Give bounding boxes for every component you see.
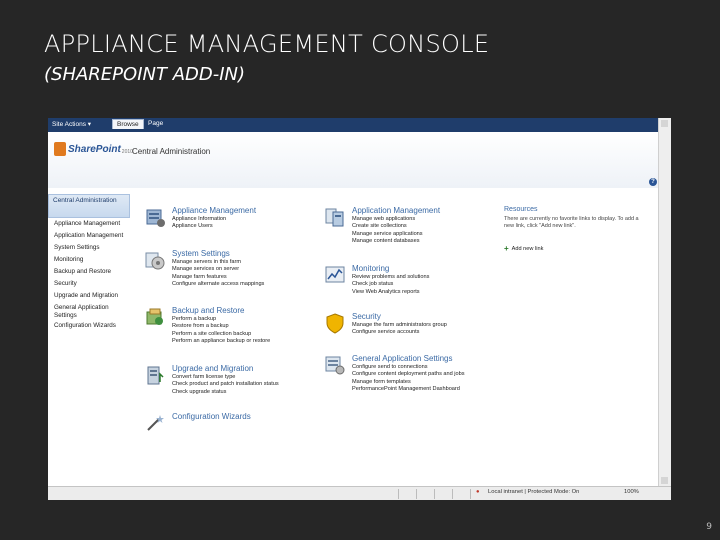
link-farm-administrators[interactable]: Manage the farm administrators group [352, 322, 447, 329]
page-number: 9 [706, 522, 712, 532]
section-title[interactable]: Backup and Restore [172, 306, 245, 315]
application-management-icon [325, 208, 344, 227]
browser-status-bar: ● Local intranet | Protected Mode: On 10… [48, 486, 671, 500]
section-title[interactable]: Security [352, 312, 381, 321]
resources-title: Resources [504, 206, 538, 213]
site-header [48, 132, 659, 188]
link-web-analytics-reports[interactable]: View Web Analytics reports [352, 289, 429, 296]
link-appliance-information[interactable]: Appliance Information [172, 216, 226, 223]
link-review-problems[interactable]: Review problems and solutions [352, 274, 429, 281]
upgrade-migration-icon [147, 366, 164, 385]
section-appliance-management: Appliance Management Appliance Informati… [144, 206, 314, 242]
sharepoint-logo: SharePoint 2010 [54, 142, 133, 156]
slide-subtitle: (SHAREPOINT ADD-IN) [44, 64, 246, 85]
section-system-settings: System Settings Manage servers in this f… [144, 249, 314, 299]
add-new-link-button[interactable]: + Add new link [504, 244, 644, 253]
system-settings-icon [145, 252, 165, 270]
link-manage-farm-features[interactable]: Manage farm features [172, 274, 264, 281]
link-create-site-collections[interactable]: Create site collections [352, 223, 423, 230]
link-manage-web-applications[interactable]: Manage web applications [352, 216, 423, 223]
add-icon: + [504, 244, 509, 253]
section-title[interactable]: Upgrade and Migration [172, 364, 253, 373]
link-check-job-status[interactable]: Check job status [352, 281, 429, 288]
section-title[interactable]: Monitoring [352, 264, 389, 273]
link-perform-backup[interactable]: Perform a backup [172, 316, 270, 323]
section-configuration-wizards: Configuration Wizards [144, 412, 314, 436]
section-title[interactable]: Configuration Wizards [172, 412, 251, 421]
nav-item-general-application-settings[interactable]: General Application Settings [48, 302, 130, 320]
nav-item-backup-and-restore[interactable]: Backup and Restore [48, 266, 130, 278]
link-check-patch-status[interactable]: Check product and patch installation sta… [172, 381, 279, 388]
resources-text: There are currently no favorite links to… [504, 216, 639, 229]
link-convert-license[interactable]: Convert farm license type [172, 374, 279, 381]
section-title[interactable]: Appliance Management [172, 206, 256, 215]
site-actions-menu[interactable]: Site Actions ▾ [52, 120, 91, 128]
section-security: Security Manage the farm administrators … [324, 312, 499, 342]
appliance-server-icon [146, 209, 165, 227]
link-send-to-connections[interactable]: Configure send to connections [352, 364, 465, 371]
link-manage-form-templates[interactable]: Manage form templates [352, 379, 465, 386]
nav-item-upgrade-and-migration[interactable]: Upgrade and Migration [48, 290, 130, 302]
zoom-level[interactable]: 100% [624, 489, 639, 495]
slide-title: APPLIANCE MANAGEMENT CONSOLE [44, 30, 490, 58]
wand-icon [147, 415, 164, 431]
site-title[interactable]: Central Administration [132, 147, 210, 156]
nav-item-application-management[interactable]: Application Management [48, 230, 130, 242]
ribbon-bar: Site Actions ▾ Browse Page [48, 118, 659, 132]
link-manage-servers[interactable]: Manage servers in this farm [172, 259, 264, 266]
left-navigation: Central Administration Appliance Managem… [48, 194, 130, 332]
section-title[interactable]: General Application Settings [352, 354, 453, 363]
link-site-collection-backup[interactable]: Perform a site collection backup [172, 331, 270, 338]
help-icon[interactable]: ? [649, 178, 657, 186]
vertical-scrollbar[interactable] [658, 118, 671, 486]
link-appliance-backup-restore[interactable]: Perform an appliance backup or restore [172, 338, 270, 345]
status-zone: Local intranet | Protected Mode: On [488, 489, 580, 495]
link-configure-service-accounts[interactable]: Configure service accounts [352, 329, 447, 336]
nav-item-appliance-management[interactable]: Appliance Management [48, 218, 130, 230]
section-title[interactable]: Application Management [352, 206, 440, 215]
monitoring-chart-icon [325, 266, 345, 283]
security-shield-icon [326, 313, 344, 334]
link-manage-services[interactable]: Manage services on server [172, 266, 264, 273]
scroll-up-icon[interactable] [661, 120, 668, 127]
nav-item-system-settings[interactable]: System Settings [48, 242, 130, 254]
link-manage-service-applications[interactable]: Manage service applications [352, 231, 423, 238]
link-manage-content-databases[interactable]: Manage content databases [352, 238, 423, 245]
section-title[interactable]: System Settings [172, 249, 230, 258]
resources-panel: Resources There are currently no favorit… [504, 206, 644, 253]
link-performancepoint-dashboard[interactable]: PerformancePoint Management Dashboard [352, 386, 465, 393]
nav-item-configuration-wizards[interactable]: Configuration Wizards [48, 320, 130, 332]
section-general-application-settings: General Application Settings Configure s… [324, 354, 499, 400]
sharepoint-screenshot: Site Actions ▾ Browse Page SharePoint 20… [48, 118, 671, 500]
section-backup-and-restore: Backup and Restore Perform a backup Rest… [144, 306, 314, 356]
general-settings-icon [325, 356, 345, 375]
nav-item-monitoring[interactable]: Monitoring [48, 254, 130, 266]
link-check-upgrade-status[interactable]: Check upgrade status [172, 389, 279, 396]
tab-page[interactable]: Page [148, 120, 163, 127]
status-security-icon: ● [476, 489, 480, 495]
section-upgrade-and-migration: Upgrade and Migration Convert farm licen… [144, 364, 314, 408]
add-new-link-label: Add new link [511, 245, 544, 252]
link-appliance-users[interactable]: Appliance Users [172, 223, 226, 230]
nav-item-security[interactable]: Security [48, 278, 130, 290]
tab-browse[interactable]: Browse [112, 119, 144, 129]
sharepoint-logo-icon [54, 142, 66, 156]
section-application-management: Application Management Manage web applic… [324, 206, 499, 250]
logo-word: SharePoint [68, 143, 121, 155]
nav-heading-central-administration[interactable]: Central Administration [48, 194, 130, 218]
link-restore-backup[interactable]: Restore from a backup [172, 323, 270, 330]
section-monitoring: Monitoring Review problems and solutions… [324, 264, 499, 302]
link-alternate-access-mappings[interactable]: Configure alternate access mappings [172, 281, 264, 288]
backup-restore-icon [146, 308, 163, 325]
link-content-deployment[interactable]: Configure content deployment paths and j… [352, 371, 465, 378]
scroll-down-icon[interactable] [661, 477, 668, 484]
